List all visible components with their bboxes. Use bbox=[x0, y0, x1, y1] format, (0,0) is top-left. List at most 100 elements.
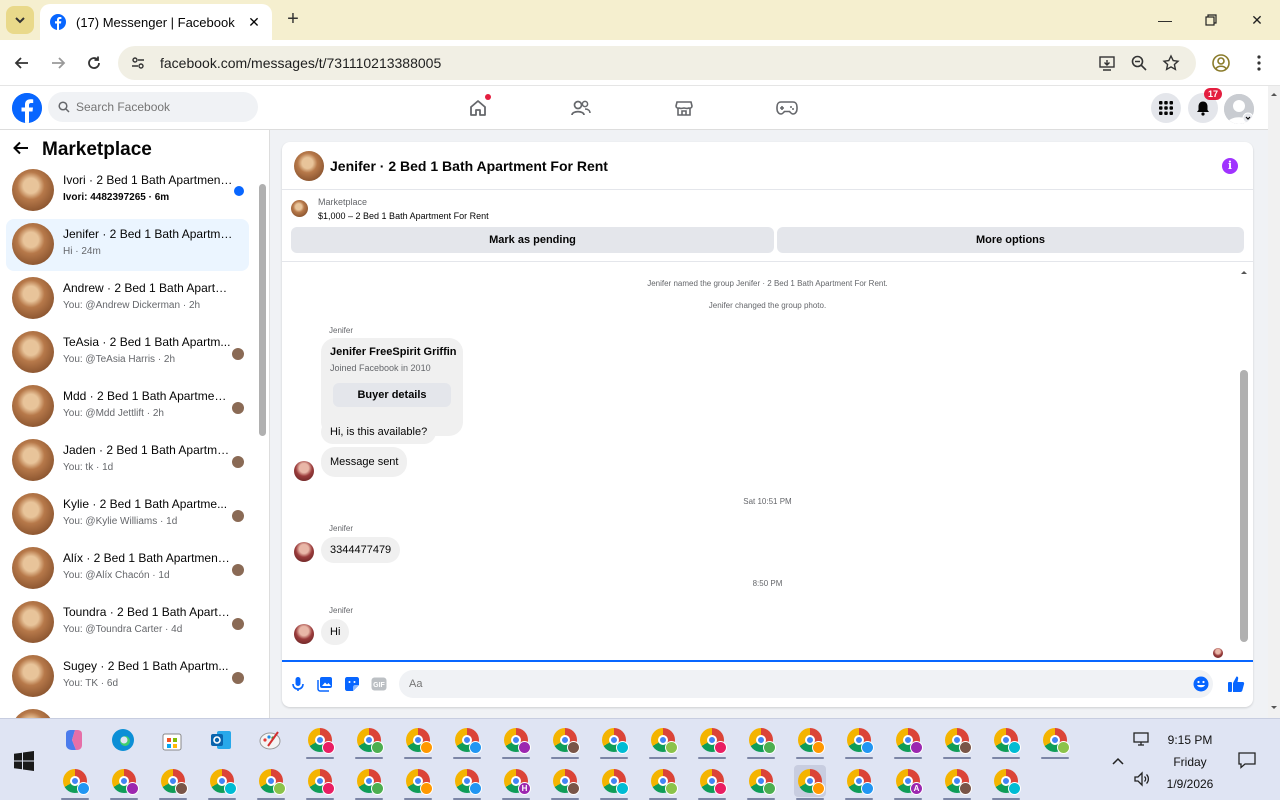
chrome-taskbar-icon[interactable] bbox=[206, 765, 238, 800]
conversation-item[interactable]: Jenifer · 2 Bed 1 Bath Apartmen... Hi · 2… bbox=[6, 219, 249, 271]
chrome-taskbar-icon[interactable] bbox=[451, 765, 483, 800]
chrome-taskbar-icon[interactable] bbox=[549, 724, 581, 759]
new-tab-button[interactable]: + bbox=[282, 8, 304, 32]
chrome-taskbar-icon[interactable]: A bbox=[892, 765, 924, 800]
chrome-taskbar-icon[interactable] bbox=[500, 724, 532, 759]
minimize-button[interactable]: — bbox=[1142, 0, 1188, 40]
gif-button[interactable]: GIF bbox=[371, 676, 387, 692]
mark-as-pending-button[interactable]: Mark as pending bbox=[291, 227, 774, 253]
chrome-taskbar-icon[interactable] bbox=[941, 724, 973, 759]
forward-button[interactable] bbox=[46, 51, 70, 75]
zoom-icon[interactable] bbox=[1130, 54, 1148, 72]
chrome-taskbar-icon[interactable] bbox=[549, 765, 581, 800]
attach-photo-button[interactable] bbox=[317, 676, 333, 692]
site-settings-icon[interactable] bbox=[130, 55, 146, 71]
page-scrollbar[interactable] bbox=[1268, 86, 1280, 718]
message-bubble[interactable]: Message sent bbox=[321, 447, 408, 477]
conversation-item[interactable]: TeAsia · 2 Bed 1 Bath Apartm... You: @TeA… bbox=[6, 327, 249, 379]
nav-home[interactable] bbox=[466, 94, 491, 120]
chrome-taskbar-icon[interactable] bbox=[598, 724, 630, 759]
chrome-taskbar-icon[interactable] bbox=[1039, 724, 1071, 759]
close-tab-icon[interactable]: ✕ bbox=[246, 14, 262, 30]
chrome-taskbar-icon[interactable] bbox=[647, 724, 679, 759]
conversation-item[interactable]: Mdd · 2 Bed 1 Bath Apartment ... You: @Md… bbox=[6, 381, 249, 433]
outlook-taskbar-icon[interactable] bbox=[205, 724, 237, 756]
conversation-item[interactable]: Toundra · 2 Bed 1 Bath Apartme... You: @T… bbox=[6, 597, 249, 649]
chrome-taskbar-icon[interactable] bbox=[794, 765, 826, 800]
listing-thumbnail[interactable] bbox=[291, 200, 308, 217]
chrome-taskbar-icon[interactable] bbox=[941, 765, 973, 800]
conversation-item[interactable]: Jaden · 2 Bed 1 Bath Apartme... You: tk ·… bbox=[6, 435, 249, 487]
chrome-taskbar-icon[interactable] bbox=[402, 724, 434, 759]
info-icon[interactable]: i bbox=[1222, 158, 1238, 174]
close-window-button[interactable]: ✕ bbox=[1234, 0, 1280, 40]
browser-tab[interactable]: (17) Messenger | Facebook ✕ bbox=[40, 4, 272, 40]
emoji-icon[interactable] bbox=[1193, 676, 1209, 692]
listing-price-title[interactable]: $1,000 – 2 Bed 1 Bath Apartment For Rent bbox=[318, 211, 489, 221]
reload-button[interactable] bbox=[82, 51, 106, 75]
browser-menu-button[interactable] bbox=[1248, 52, 1270, 74]
chat-scrollbar[interactable] bbox=[1239, 266, 1249, 658]
chrome-taskbar-icon[interactable] bbox=[794, 724, 826, 759]
message-input[interactable] bbox=[399, 670, 1213, 698]
chat-scroll-thumb[interactable] bbox=[1240, 370, 1248, 642]
conversation-item[interactable]: Alíx · 2 Bed 1 Bath Apartment F... You: @… bbox=[6, 543, 249, 595]
message-bubble[interactable]: Hi, is this available? bbox=[321, 420, 437, 444]
clock[interactable]: 9:15 PM Friday 1/9/2026 bbox=[1152, 729, 1228, 795]
profile-button[interactable] bbox=[1210, 52, 1232, 74]
message-text-field[interactable] bbox=[409, 678, 1169, 690]
chrome-taskbar-icon[interactable] bbox=[353, 724, 385, 759]
chrome-taskbar-icon[interactable] bbox=[59, 765, 91, 800]
chrome-taskbar-icon[interactable] bbox=[353, 765, 385, 800]
voice-clip-button[interactable] bbox=[290, 676, 306, 692]
chrome-taskbar-icon[interactable] bbox=[745, 724, 777, 759]
start-button[interactable] bbox=[14, 751, 34, 771]
chrome-taskbar-icon[interactable] bbox=[843, 724, 875, 759]
message-bubble[interactable]: Hi bbox=[321, 619, 350, 645]
tab-search-button[interactable] bbox=[6, 6, 34, 34]
sender-avatar[interactable] bbox=[294, 542, 314, 562]
conversation-item[interactable]: Sugey · 2 Bed 1 Bath Apartm... You: TK · … bbox=[6, 651, 249, 703]
notifications-button[interactable]: 17 bbox=[1188, 88, 1223, 123]
sidebar-scroll-thumb[interactable] bbox=[259, 184, 266, 436]
like-button[interactable] bbox=[1227, 675, 1245, 693]
chrome-taskbar-icon[interactable] bbox=[647, 765, 679, 800]
copilot-taskbar-icon[interactable] bbox=[58, 724, 90, 756]
conversation-item[interactable]: Kylie · 2 Bed 1 Bath Apartme... You: @Kyl… bbox=[6, 489, 249, 541]
chrome-taskbar-icon[interactable] bbox=[304, 724, 336, 759]
nav-gaming[interactable] bbox=[775, 96, 799, 120]
chrome-taskbar-icon[interactable] bbox=[892, 724, 924, 759]
message-bubble[interactable]: 3344477479 bbox=[321, 537, 401, 563]
buyer-name[interactable]: Jenifer FreeSpirit Griffin bbox=[330, 346, 457, 358]
sidebar-scrollbar[interactable] bbox=[258, 170, 267, 718]
notification-center-button[interactable] bbox=[1237, 751, 1257, 769]
chrome-taskbar-icon[interactable] bbox=[745, 765, 777, 800]
url-text[interactable]: facebook.com/messages/t/731110213388005 bbox=[160, 55, 441, 71]
chrome-taskbar-icon[interactable] bbox=[696, 724, 728, 759]
chrome-taskbar-icon[interactable] bbox=[843, 765, 875, 800]
chat-title[interactable]: Jenifer · 2 Bed 1 Bath Apartment For Ren… bbox=[330, 158, 608, 174]
chrome-taskbar-icon[interactable] bbox=[451, 724, 483, 759]
sender-avatar[interactable] bbox=[294, 624, 314, 644]
sticker-button[interactable] bbox=[344, 676, 360, 692]
install-app-icon[interactable] bbox=[1098, 54, 1116, 72]
bookmark-star-icon[interactable] bbox=[1162, 54, 1180, 72]
facebook-search[interactable] bbox=[48, 92, 258, 122]
facebook-logo-icon[interactable] bbox=[12, 93, 42, 123]
restore-button[interactable] bbox=[1188, 0, 1234, 40]
menu-button[interactable] bbox=[1151, 93, 1181, 123]
chrome-taskbar-icon[interactable] bbox=[696, 765, 728, 800]
chrome-taskbar-icon[interactable] bbox=[402, 765, 434, 800]
account-avatar[interactable] bbox=[1224, 94, 1254, 124]
chrome-taskbar-icon[interactable] bbox=[990, 724, 1022, 759]
nav-friends[interactable] bbox=[569, 96, 593, 120]
edge-taskbar-icon[interactable] bbox=[107, 724, 139, 756]
chrome-taskbar-icon[interactable] bbox=[598, 765, 630, 800]
chat-thumbnail[interactable] bbox=[294, 151, 324, 181]
chrome-taskbar-icon[interactable] bbox=[108, 765, 140, 800]
paint-taskbar-icon[interactable] bbox=[254, 724, 286, 756]
sender-avatar[interactable] bbox=[294, 461, 314, 481]
nav-marketplace[interactable] bbox=[672, 96, 696, 120]
chrome-taskbar-icon[interactable] bbox=[157, 765, 189, 800]
chrome-taskbar-icon[interactable] bbox=[304, 765, 336, 800]
